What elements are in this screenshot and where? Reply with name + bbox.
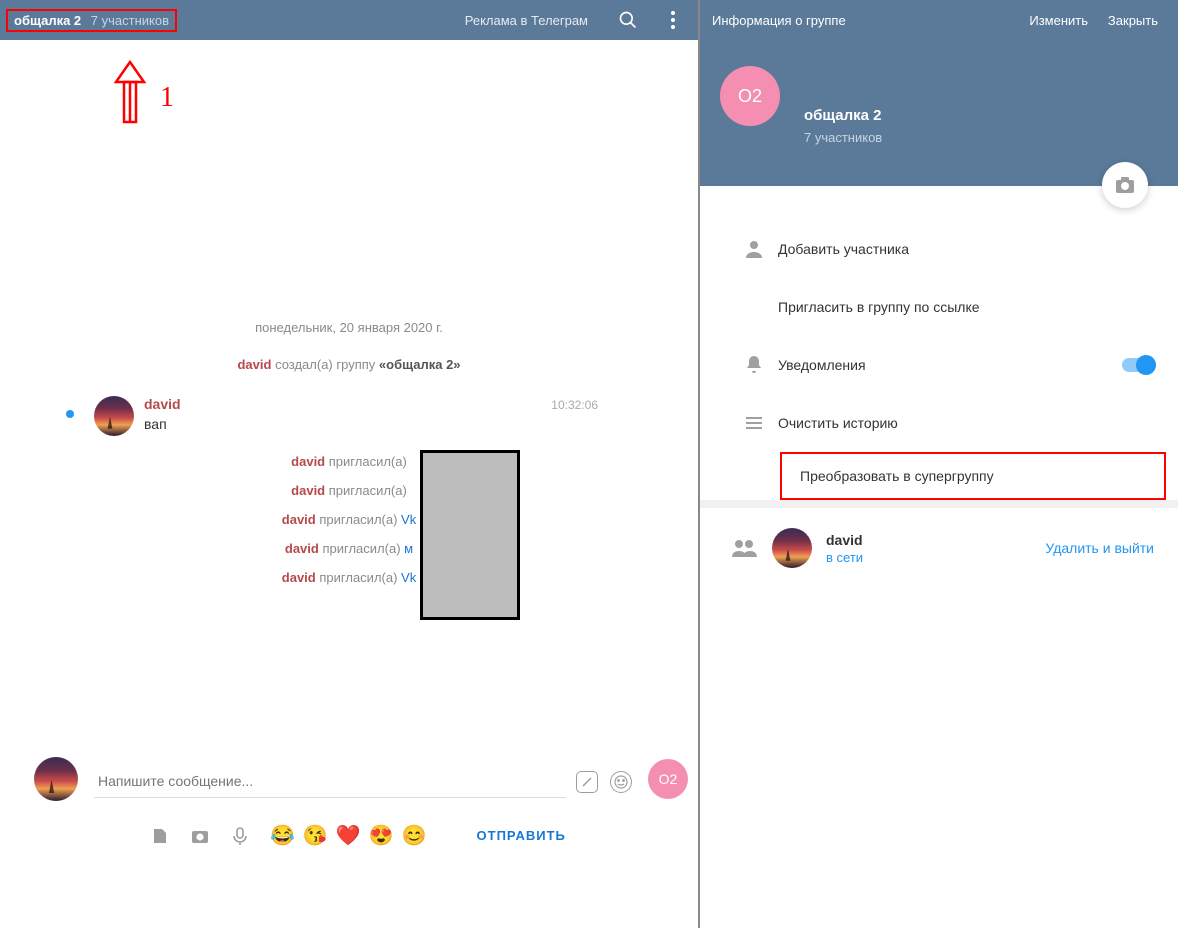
member-avatar[interactable] — [772, 528, 812, 568]
notifications-option[interactable]: Уведомления — [700, 336, 1178, 394]
chat-panel: общалка 2 7 участников Реклама в Телегра… — [0, 0, 700, 928]
members-icon — [720, 538, 768, 558]
microphone-icon[interactable] — [230, 826, 250, 846]
group-options: Добавить участника Пригласить в группу п… — [700, 186, 1178, 500]
ad-link[interactable]: Реклама в Телеграм — [465, 13, 588, 28]
search-icon[interactable] — [618, 10, 638, 30]
emoji-joy[interactable]: 😂 — [270, 823, 295, 848]
format-icon[interactable] — [576, 771, 598, 793]
more-icon[interactable] — [670, 10, 676, 30]
system-created: david создал(а) группу «общалка 2» — [40, 357, 658, 372]
annotation-arrow-1 — [110, 60, 150, 124]
emoji-heart[interactable]: ❤️ — [336, 823, 361, 848]
group-count: 7 участников — [804, 130, 882, 145]
person-icon — [730, 238, 778, 260]
message-text: вап — [144, 416, 658, 432]
sys-group: «общалка 2» — [379, 357, 461, 372]
convert-supergroup-option[interactable]: Преобразовать в супергруппу 2 — [780, 452, 1166, 500]
send-avatar[interactable]: О2 — [648, 759, 688, 799]
composer-avatar[interactable] — [34, 757, 78, 801]
emoji-smile[interactable]: 😊 — [402, 823, 427, 848]
invite-line: david пригласил(а) м — [40, 541, 658, 556]
annotation-number-1: 1 — [160, 82, 174, 114]
member-name: david — [826, 532, 863, 548]
invite-line: david пригласил(а) — [40, 454, 658, 469]
info-panel: Информация о группе Изменить Закрыть О2 … — [700, 0, 1178, 928]
date-separator: понедельник, 20 января 2020 г. — [40, 320, 658, 335]
sys-user: david — [237, 357, 271, 372]
members-section: david в сети Удалить и выйти — [700, 508, 1178, 586]
divider — [700, 500, 1178, 508]
close-button[interactable]: Закрыть — [1108, 13, 1158, 28]
invite-line: david пригласил(а) Vk — [40, 512, 658, 527]
add-member-option[interactable]: Добавить участника — [700, 220, 1178, 278]
leave-button[interactable]: Удалить и выйти — [1045, 540, 1154, 556]
redacted-box — [420, 450, 520, 620]
clear-history-option[interactable]: Очистить историю — [700, 394, 1178, 452]
emoji-kiss[interactable]: 😘 — [303, 823, 328, 848]
info-header: Информация о группе Изменить Закрыть — [700, 0, 1178, 40]
info-title: Информация о группе — [712, 13, 846, 28]
bell-icon — [730, 354, 778, 376]
change-photo-button[interactable] — [1102, 162, 1148, 208]
chat-messages: понедельник, 20 января 2020 г. david соз… — [0, 40, 698, 634]
invite-link-option[interactable]: Пригласить в группу по ссылке — [700, 278, 1178, 336]
member-row[interactable]: david в сети Удалить и выйти — [720, 520, 1158, 576]
edit-button[interactable]: Изменить — [1029, 13, 1088, 28]
unread-dot-icon — [66, 410, 74, 418]
chat-title-box[interactable]: общалка 2 7 участников — [6, 9, 177, 32]
camera-icon[interactable] — [190, 826, 210, 846]
menu-lines-icon — [730, 415, 778, 431]
emoji-picker-icon[interactable] — [610, 771, 632, 793]
chat-title: общалка 2 — [14, 13, 81, 28]
invite-line: david пригласил(а) — [40, 483, 658, 498]
composer-toolbar: 😂 😘 ❤️ 😍 😊 ОТПРАВИТЬ — [150, 823, 566, 848]
chat-subtitle: 7 участников — [91, 13, 169, 28]
message-avatar[interactable] — [94, 396, 134, 436]
message-composer: О2 — [94, 765, 632, 798]
emoji-heart-eyes[interactable]: 😍 — [369, 823, 394, 848]
attach-file-icon[interactable] — [150, 826, 170, 846]
message-row: david вап 10:32:06 — [94, 396, 658, 436]
notifications-toggle[interactable] — [1122, 358, 1156, 372]
message-input[interactable] — [94, 765, 566, 798]
group-header: О2 общалка 2 7 участников — [700, 40, 1178, 186]
message-time: 10:32:06 — [551, 398, 598, 412]
member-status: в сети — [826, 550, 863, 565]
invite-line: david пригласил(а) Vk — [40, 570, 658, 585]
send-button[interactable]: ОТПРАВИТЬ — [477, 828, 566, 843]
group-name: общалка 2 — [804, 107, 882, 124]
group-avatar[interactable]: О2 — [720, 66, 780, 126]
invite-block: david пригласил(а) david пригласил(а) da… — [40, 454, 658, 634]
emoji-quick-row: 😂 😘 ❤️ 😍 😊 — [270, 823, 427, 848]
chat-header: общалка 2 7 участников Реклама в Телегра… — [0, 0, 698, 40]
